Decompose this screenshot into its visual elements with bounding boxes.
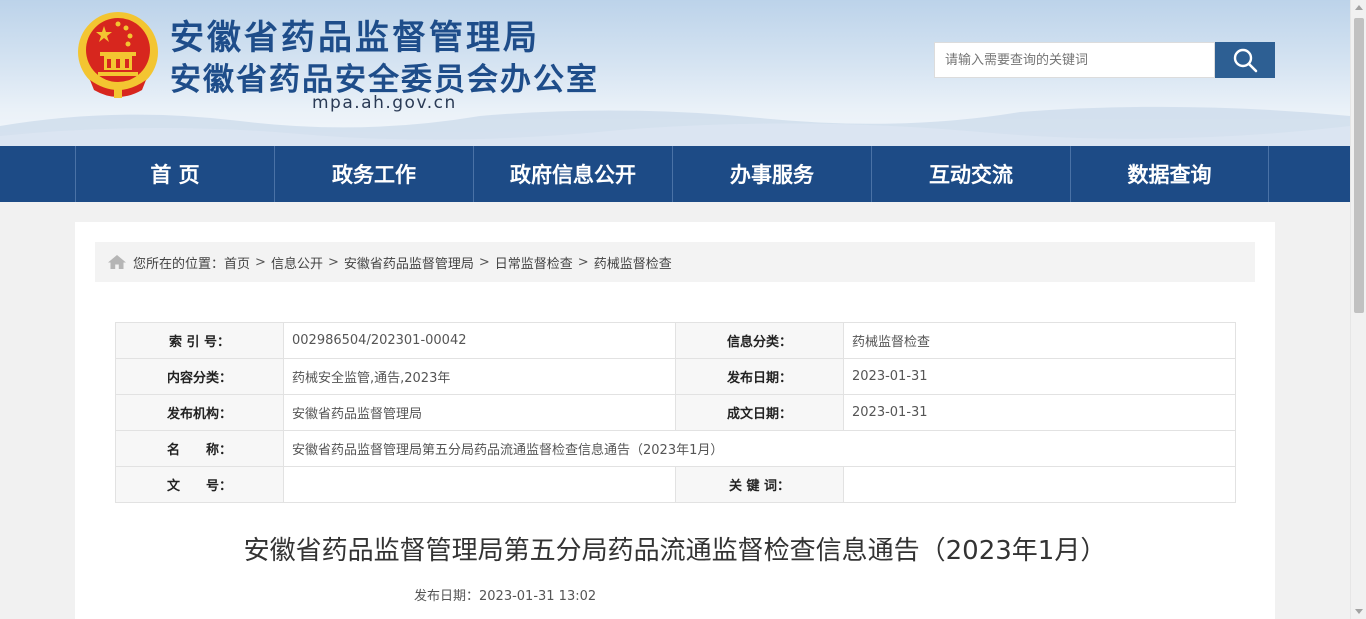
search-input[interactable] (934, 42, 1215, 78)
scroll-thumb[interactable] (1354, 18, 1364, 313)
table-row: 名 称： 安徽省药品监督管理局第五分局药品流通监督检查信息通告（2023年1月） (115, 430, 1236, 467)
created-date-label: 成文日期： (675, 394, 844, 431)
national-emblem-icon (78, 12, 158, 98)
breadcrumb-separator: > (255, 254, 266, 270)
breadcrumb-item-daily-inspection[interactable]: 日常监督检查 (495, 253, 573, 272)
article-title: 安徽省药品监督管理局第五分局药品流通监督检查信息通告（2023年1月） (243, 536, 1107, 566)
index-label: 索 引 号： (115, 322, 284, 359)
publisher-label: 发布机构： (115, 394, 284, 431)
keywords-value (843, 466, 1236, 503)
main-nav: 首 页 政务工作 政府信息公开 办事服务 互动交流 数据查询 (0, 146, 1350, 202)
content-category-label: 内容分类： (115, 358, 284, 395)
nav-item-home[interactable]: 首 页 (75, 146, 274, 202)
doc-number-label: 文 号： (115, 466, 284, 503)
doc-name-label: 名 称： (115, 430, 284, 467)
breadcrumb: 您所在的位置： 首页 > 信息公开 > 安徽省药品监督管理局 > 日常监督检查 … (95, 242, 1255, 282)
keywords-label: 关 键 词： (675, 466, 844, 503)
publisher-value: 安徽省药品监督管理局 (283, 394, 676, 431)
nav-item-info-disclosure[interactable]: 政府信息公开 (473, 146, 672, 202)
main-content: 您所在的位置： 首页 > 信息公开 > 安徽省药品监督管理局 > 日常监督检查 … (75, 222, 1275, 619)
breadcrumb-item-agency[interactable]: 安徽省药品监督管理局 (344, 253, 474, 272)
nav-item-data-query[interactable]: 数据查询 (1070, 146, 1269, 202)
scroll-up-icon[interactable] (1355, 5, 1363, 10)
nav-item-interaction[interactable]: 互动交流 (871, 146, 1070, 202)
breadcrumb-separator: > (478, 254, 490, 270)
content-category-value: 药械安全监管,通告,2023年 (283, 358, 676, 395)
publish-date-value: 2023-01-31 (843, 358, 1236, 395)
breadcrumb-separator: > (577, 254, 589, 270)
table-row: 索 引 号： 002986504/202301-00042 信息分类： 药械监督… (115, 322, 1236, 359)
search-button[interactable] (1215, 42, 1275, 78)
publish-date-label: 发布日期： (675, 358, 844, 395)
article-publish-date: 发布日期：2023-01-31 13:02 (414, 589, 597, 604)
doc-name-value: 安徽省药品监督管理局第五分局药品流通监督检查信息通告（2023年1月） (283, 430, 1236, 467)
breadcrumb-prefix: 您所在的位置： (133, 256, 225, 272)
site-title-main: 安徽省药品监督管理局 (170, 18, 540, 58)
nav-item-government-affairs[interactable]: 政务工作 (274, 146, 473, 202)
table-row: 内容分类： 药械安全监管,通告,2023年 发布日期： 2023-01-31 (115, 358, 1236, 395)
document-info-table: 索 引 号： 002986504/202301-00042 信息分类： 药械监督… (115, 322, 1236, 503)
created-date-value: 2023-01-31 (843, 394, 1236, 431)
breadcrumb-item-home[interactable]: 首页 (224, 253, 250, 272)
breadcrumb-separator: > (327, 254, 339, 270)
breadcrumb-item-info-public[interactable]: 信息公开 (271, 253, 323, 272)
nav-item-services[interactable]: 办事服务 (672, 146, 871, 202)
scroll-down-icon[interactable] (1355, 609, 1363, 614)
index-value: 002986504/202301-00042 (283, 322, 676, 359)
page-scrollbar[interactable] (1350, 0, 1366, 619)
category-value: 药械监督检查 (843, 322, 1236, 359)
category-label: 信息分类： (675, 322, 844, 359)
doc-number-value (283, 466, 676, 503)
breadcrumb-item-drug-device-inspection[interactable]: 药械监督检查 (594, 253, 672, 272)
site-domain: mpa.ah.gov.cn (312, 93, 457, 113)
search-icon (1233, 48, 1258, 73)
home-icon (108, 255, 126, 269)
table-row: 文 号： 关 键 词： (115, 466, 1236, 503)
table-row: 发布机构： 安徽省药品监督管理局 成文日期： 2023-01-31 (115, 394, 1236, 431)
